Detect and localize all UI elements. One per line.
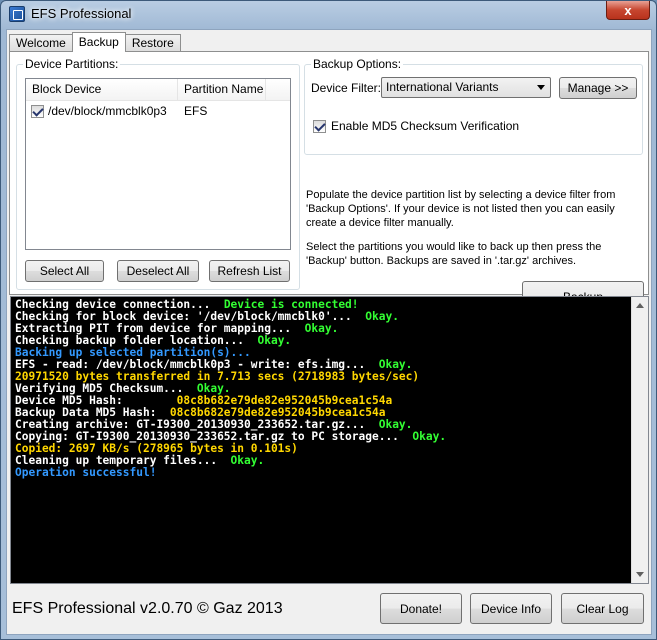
- close-icon: x: [624, 2, 632, 18]
- log-segment: Okay.: [230, 454, 265, 467]
- tab-welcome[interactable]: Welcome: [9, 34, 73, 52]
- chevron-down-icon: [537, 85, 545, 90]
- select-all-button[interactable]: Select All: [25, 260, 104, 282]
- footer-version: EFS Professional v2.0.70 © Gaz 2013: [12, 600, 283, 617]
- partition-checkbox[interactable]: [31, 104, 44, 118]
- log-line: Operation successful!: [15, 467, 630, 479]
- md5-checkbox[interactable]: [313, 120, 326, 133]
- log-segment: Okay.: [257, 334, 292, 347]
- title-bar[interactable]: EFS Professional x: [1, 1, 656, 27]
- backup-options-title: Backup Options:: [311, 57, 404, 71]
- scroll-down-icon[interactable]: [636, 572, 644, 577]
- log-lines: Checking device connection... Device is …: [15, 299, 630, 479]
- device-partitions-title: Device Partitions:: [23, 57, 121, 71]
- backup-options-group: Backup Options: Device Filter: Internati…: [304, 57, 643, 155]
- log-segment: Okay.: [412, 430, 447, 443]
- log-segment: Okay.: [304, 322, 339, 335]
- app-icon: [9, 6, 25, 22]
- log-scrollbar[interactable]: [631, 297, 648, 583]
- tab-restore[interactable]: Restore: [124, 34, 181, 52]
- device-info-button[interactable]: Device Info: [470, 593, 552, 624]
- device-filter-value: International Variants: [386, 80, 499, 94]
- partition-device: /dev/block/mmcblk0p3: [48, 104, 167, 118]
- scroll-up-icon[interactable]: [636, 303, 644, 308]
- refresh-list-button[interactable]: Refresh List: [209, 260, 290, 282]
- grid-header: Block Device Partition Name: [26, 79, 290, 101]
- log-console[interactable]: Checking device connection... Device is …: [10, 296, 649, 584]
- table-row[interactable]: /dev/block/mmcblk0p3 EFS: [26, 101, 290, 121]
- tab-strip: Welcome Backup Restore: [9, 32, 181, 52]
- client-area: Welcome Backup Restore Device Partitions…: [6, 29, 652, 635]
- device-partitions-group: Device Partitions: Block Device Partitio…: [16, 57, 300, 290]
- column-block-device[interactable]: Block Device: [26, 79, 178, 100]
- window-title: EFS Professional: [31, 6, 132, 21]
- column-partition-name[interactable]: Partition Name: [178, 79, 266, 100]
- clear-log-button[interactable]: Clear Log: [561, 593, 644, 624]
- backup-panel: Device Partitions: Block Device Partitio…: [9, 51, 649, 313]
- donate-button[interactable]: Donate!: [380, 593, 462, 624]
- device-filter-select[interactable]: International Variants: [381, 77, 551, 98]
- deselect-all-button[interactable]: Deselect All: [117, 260, 199, 282]
- device-filter-label: Device Filter:: [311, 81, 382, 95]
- log-segment: Operation successful!: [15, 466, 157, 479]
- main-window: EFS Professional x Welcome Backup Restor…: [0, 0, 657, 640]
- info-text-1: Populate the device partition list by se…: [306, 189, 616, 229]
- partition-name: EFS: [184, 104, 208, 118]
- md5-label: Enable MD5 Checksum Verification: [331, 119, 520, 133]
- log-segment: Okay.: [365, 310, 399, 323]
- close-button[interactable]: x: [606, 1, 650, 20]
- partition-grid: Block Device Partition Name /dev/block/m…: [25, 78, 291, 250]
- tab-backup[interactable]: Backup: [71, 32, 126, 52]
- info-text-2: Select the partitions you would like to …: [306, 241, 602, 267]
- manage-button[interactable]: Manage >>: [559, 77, 637, 99]
